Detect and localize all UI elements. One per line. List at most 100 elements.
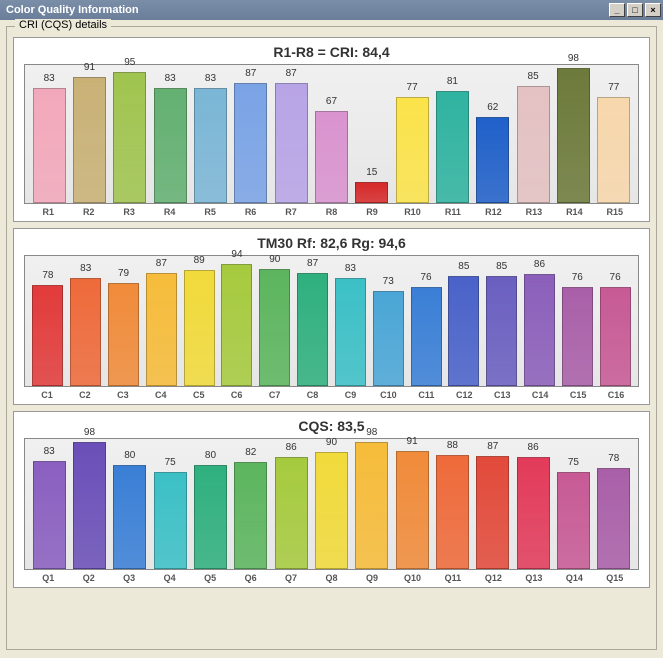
axis-category-label: Q5 bbox=[190, 570, 230, 583]
bar-value-label: 62 bbox=[473, 102, 513, 113]
bar-slot: 85 bbox=[483, 256, 521, 386]
bar-value-label: 86 bbox=[513, 442, 553, 453]
axis-category-label: R12 bbox=[473, 204, 513, 217]
axis-category-label: R3 bbox=[109, 204, 149, 217]
bar-value-label: 98 bbox=[553, 53, 593, 64]
axis-category-label: C14 bbox=[521, 387, 559, 400]
bar bbox=[70, 278, 101, 386]
bar-slot: 87 bbox=[142, 256, 180, 386]
axis-category-label: Q1 bbox=[28, 570, 68, 583]
axis-category-label: Q13 bbox=[514, 570, 554, 583]
bar bbox=[335, 278, 366, 386]
chart-title: TM30 Rf: 82,6 Rg: 94,6 bbox=[24, 235, 639, 251]
bar-slot: 86 bbox=[513, 439, 553, 569]
bar-value-label: 87 bbox=[231, 68, 271, 79]
axis-category-label: R13 bbox=[514, 204, 554, 217]
bar bbox=[597, 468, 630, 569]
close-button[interactable]: × bbox=[645, 3, 661, 17]
bar-value-label: 67 bbox=[311, 96, 351, 107]
bar-value-label: 87 bbox=[271, 68, 311, 79]
bar-slot: 79 bbox=[105, 256, 143, 386]
bar-value-label: 76 bbox=[596, 272, 634, 283]
axis-category-label: C11 bbox=[407, 387, 445, 400]
chart-plot-area: 839880758082869098918887867578 bbox=[24, 438, 639, 570]
axis-category-label: R7 bbox=[271, 204, 311, 217]
bar-slot: 87 bbox=[473, 439, 513, 569]
bar-slot: 83 bbox=[29, 65, 69, 203]
axis-category-label: Q6 bbox=[230, 570, 270, 583]
bar-slot: 77 bbox=[594, 65, 634, 203]
axis-category-label: R1 bbox=[28, 204, 68, 217]
bar-slot: 76 bbox=[596, 256, 634, 386]
bar-value-label: 87 bbox=[142, 258, 180, 269]
axis-category-label: R6 bbox=[230, 204, 270, 217]
bar bbox=[373, 291, 404, 386]
bar-value-label: 98 bbox=[69, 427, 109, 438]
bar bbox=[486, 276, 517, 387]
axis-category-label: C7 bbox=[256, 387, 294, 400]
bar-slot: 76 bbox=[558, 256, 596, 386]
cri-chart-panel: R1-R8 = CRI: 84,4 8391958383878767157781… bbox=[13, 37, 650, 222]
bar-slot: 80 bbox=[190, 439, 230, 569]
bar-slot: 91 bbox=[69, 65, 109, 203]
bar-slot: 75 bbox=[553, 439, 593, 569]
bar-slot: 83 bbox=[150, 65, 190, 203]
bar-value-label: 91 bbox=[392, 436, 432, 447]
axis-category-label: Q9 bbox=[352, 570, 392, 583]
bar bbox=[448, 276, 479, 387]
bar bbox=[234, 83, 267, 203]
bar bbox=[33, 461, 66, 569]
bar bbox=[221, 264, 252, 386]
bar-value-label: 98 bbox=[352, 427, 392, 438]
bar-value-label: 85 bbox=[483, 261, 521, 272]
bar bbox=[355, 182, 388, 203]
bar-value-label: 83 bbox=[29, 446, 69, 457]
bar-slot: 87 bbox=[294, 256, 332, 386]
bar bbox=[436, 455, 469, 569]
bar bbox=[597, 97, 630, 203]
bar-value-label: 91 bbox=[69, 62, 109, 73]
bar bbox=[297, 273, 328, 386]
minimize-button[interactable]: _ bbox=[609, 3, 625, 17]
bar bbox=[33, 88, 66, 203]
groupbox-label: CRI (CQS) details bbox=[15, 19, 111, 31]
axis-category-label: Q8 bbox=[311, 570, 351, 583]
axis-category-label: Q7 bbox=[271, 570, 311, 583]
bar-slot: 15 bbox=[352, 65, 392, 203]
bar-value-label: 76 bbox=[558, 272, 596, 283]
bar-slot: 91 bbox=[392, 439, 432, 569]
axis-category-label: R8 bbox=[311, 204, 351, 217]
bar-value-label: 78 bbox=[29, 270, 67, 281]
axis-category-label: Q11 bbox=[433, 570, 473, 583]
axis-category-label: C9 bbox=[332, 387, 370, 400]
bar bbox=[194, 465, 227, 569]
bar bbox=[315, 452, 348, 569]
axis-category-label: R2 bbox=[68, 204, 108, 217]
chart-plot-area: 78837987899490878373768585867676 bbox=[24, 255, 639, 387]
bar-slot: 87 bbox=[231, 65, 271, 203]
bar-slot: 98 bbox=[553, 65, 593, 203]
bar-value-label: 78 bbox=[594, 453, 634, 464]
axis-category-label: C10 bbox=[369, 387, 407, 400]
bar-slot: 83 bbox=[332, 256, 370, 386]
maximize-button[interactable]: □ bbox=[627, 3, 643, 17]
axis-category-label: Q2 bbox=[68, 570, 108, 583]
bar-value-label: 95 bbox=[110, 57, 150, 68]
axis-category-label: C5 bbox=[180, 387, 218, 400]
bar bbox=[146, 273, 177, 386]
bar bbox=[32, 285, 63, 386]
bar-slot: 67 bbox=[311, 65, 351, 203]
bar-slot: 98 bbox=[69, 439, 109, 569]
tm30-chart-panel: TM30 Rf: 82,6 Rg: 94,6 78837987899490878… bbox=[13, 228, 650, 405]
bar bbox=[194, 88, 227, 203]
bar bbox=[113, 465, 146, 569]
bar-slot: 83 bbox=[190, 65, 230, 203]
axis-category-label: C13 bbox=[483, 387, 521, 400]
axis-category-label: R5 bbox=[190, 204, 230, 217]
bar-slot: 83 bbox=[67, 256, 105, 386]
bar bbox=[73, 77, 106, 203]
axis-category-label: R15 bbox=[595, 204, 635, 217]
bar-value-label: 80 bbox=[110, 450, 150, 461]
bar-value-label: 73 bbox=[369, 276, 407, 287]
bar bbox=[108, 283, 139, 386]
